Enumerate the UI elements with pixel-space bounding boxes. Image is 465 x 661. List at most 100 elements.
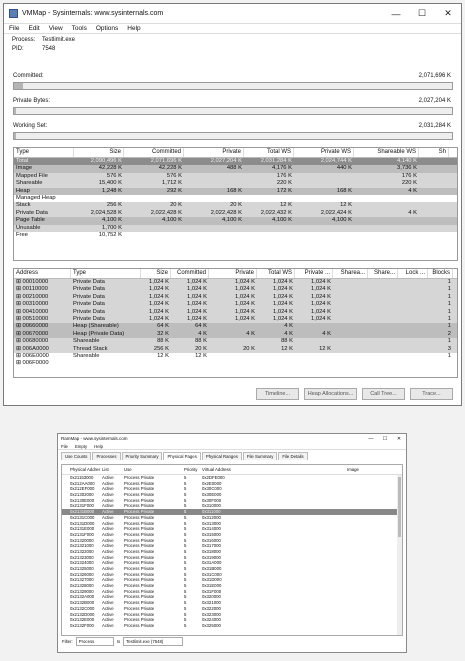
detail-cell <box>257 353 295 360</box>
detail-row[interactable]: ⊞ 006A0000 Thread Stack 256 K 20 K 20 K 12 K 1… <box>14 345 457 353</box>
timeline-button[interactable]: Timeline... <box>256 388 299 400</box>
menu-edit[interactable]: Edit <box>28 25 39 32</box>
maximize-icon[interactable]: ☐ <box>409 4 435 24</box>
rammap-minimize-icon[interactable]: — <box>364 436 378 442</box>
detail-cell: 4 K <box>246 330 255 337</box>
rammap-menu-empty[interactable]: Empty <box>75 444 87 449</box>
summary-row[interactable]: Heap 1,248 K 292 K 168 K 172 K 168 K 4 K <box>14 187 457 195</box>
summary-col-header[interactable]: Committed <box>124 148 184 157</box>
detail-col-header[interactable]: Size <box>141 269 171 278</box>
rammap-maximize-icon[interactable]: ☐ <box>378 436 392 442</box>
rammap-title: RamMap - www.sysinternals.com <box>61 436 128 441</box>
rammap-tab[interactable]: Use Counts <box>61 452 92 460</box>
summary-col-header[interactable]: Private <box>184 148 244 157</box>
rammap-col-header[interactable]: Use <box>122 467 182 472</box>
physical-page-row[interactable]: 0x2132F000 Active Process Private 5 0x325000 <box>62 623 402 629</box>
detail-row[interactable]: ⊞ 00110000 Private Data 1,024 K 1,024 K 1,02… <box>14 286 457 294</box>
detail-row[interactable]: ⊞ 00660000 Heap (Shareable) 64 K 64 K 4 K 1 <box>14 323 457 331</box>
rammap-tab[interactable]: File Details <box>278 452 308 460</box>
physical-page-cell: Process Private <box>124 622 155 628</box>
rammap-col-header[interactable]: Physical Address <box>62 467 100 472</box>
heap-allocations-button[interactable]: Heap Allocations... <box>304 388 357 400</box>
rammap-col-header[interactable]: Virtual Address <box>200 467 345 472</box>
detail-cell <box>368 309 398 316</box>
summary-row[interactable]: Total 2,090,496 K 2,071,696 K 2,027,204 K 2,… <box>14 158 457 166</box>
rammap-tab[interactable]: Physical Ranges <box>201 452 242 460</box>
summary-col-header[interactable]: Shareable WS <box>354 148 419 157</box>
detail-row[interactable]: ⊞ 00680000 Shareable 88 K 88 K 88 K 1 <box>14 338 457 346</box>
summary-cell <box>184 225 244 232</box>
detail-row[interactable]: ⊞ 00210000 Private Data 1,024 K 1,024 K 1,02… <box>14 293 457 302</box>
detail-row[interactable]: ⊞ 006F0000 <box>14 360 457 368</box>
rammap-tab[interactable]: Physical Pages <box>163 452 201 460</box>
detail-row[interactable]: ⊞ 00410000 Private Data 1,024 K 1,024 K 1,02… <box>14 308 457 316</box>
rammap-tab[interactable]: Processes <box>92 452 121 460</box>
detail-row[interactable]: ⊞ 00670000 Heap (Private Data) 32 K 4 K 4 K 4… <box>14 330 457 339</box>
vertical-scrollbar[interactable] <box>397 475 402 635</box>
detail-row[interactable]: ⊞ 00510000 Private Data 1,024 K 1,024 K 1,02… <box>14 315 457 324</box>
detail-col-header[interactable]: Address <box>14 269 71 278</box>
summary-row[interactable]: Free 10,752 K <box>14 231 457 240</box>
summary-cell: Heap <box>16 187 30 194</box>
rammap-col-header[interactable]: Priority <box>182 467 200 472</box>
detail-cell: 4 K <box>284 323 293 330</box>
menu-file[interactable]: File <box>9 25 19 32</box>
rammap-menu-help[interactable]: Help <box>94 444 103 449</box>
rammap-close-icon[interactable]: ✕ <box>392 436 406 442</box>
menu-help[interactable]: Help <box>127 25 140 32</box>
detail-cell: 12 K <box>281 345 293 352</box>
detail-col-header[interactable]: Committed <box>171 269 209 278</box>
menu-tools[interactable]: Tools <box>72 25 87 32</box>
summary-row[interactable]: Stack 256 K 20 K 20 K 12 K 12 K <box>14 202 457 210</box>
summary-col-header[interactable]: Size <box>74 148 124 157</box>
rammap-tab[interactable]: File Summary <box>242 452 278 460</box>
detail-col-header[interactable]: Sharea... <box>333 269 368 278</box>
detail-cell <box>295 338 333 345</box>
vmmap-button-bar: Timeline... Heap Allocations... Call Tre… <box>256 388 453 400</box>
detail-cell: 1 <box>447 323 451 330</box>
detail-cell <box>368 346 398 353</box>
filter-value-select[interactable]: Testlimit.exe (7548) <box>123 637 184 646</box>
working-set-value: 2,031,284 K <box>418 123 451 129</box>
summary-col-header[interactable]: Total WS <box>244 148 294 157</box>
detail-col-header[interactable]: Type <box>71 269 141 278</box>
summary-row[interactable]: Unusable 1,700 K <box>14 224 457 232</box>
filter-field-select[interactable]: Process <box>75 637 114 646</box>
detail-col-header[interactable]: Total WS <box>257 269 295 278</box>
detail-col-header[interactable]: Private ... <box>295 269 333 278</box>
call-tree-button[interactable]: Call Tree... <box>362 388 405 400</box>
summary-row[interactable]: Page Table 4,100 K 4,100 K 4,100 K 4,100 K 4,… <box>14 217 457 225</box>
detail-cell <box>333 279 368 286</box>
close-icon[interactable]: ✕ <box>435 4 461 24</box>
detail-col-header[interactable]: Blocks <box>428 269 453 278</box>
summary-col-header[interactable]: Sh <box>419 148 449 157</box>
summary-row[interactable]: Image 42,228 K 42,228 K 488 K 4,176 K 440 K 3,… <box>14 165 457 173</box>
detail-row[interactable]: ⊞ 00310000 Private Data 1,024 K 1,024 K 1,02… <box>14 301 457 309</box>
summary-col-header[interactable]: Type <box>14 148 74 157</box>
summary-row[interactable]: Shareable 15,400 K 1,712 K 220 K 220 K <box>14 180 457 188</box>
summary-row[interactable]: Mapped File 576 K 576 K 176 K 176 K <box>14 172 457 181</box>
menu-options[interactable]: Options <box>96 25 118 32</box>
menu-view[interactable]: View <box>49 25 63 32</box>
rammap-window: RamMap - www.sysinternals.com — ☐ ✕ File… <box>57 433 407 653</box>
rammap-tab[interactable]: Priority Summary <box>121 452 163 460</box>
trace-button[interactable]: Trace... <box>410 388 453 400</box>
detail-col-header[interactable]: Lock ... <box>398 269 428 278</box>
detail-cell <box>368 331 398 338</box>
detail-cell: 1 <box>447 286 451 293</box>
summary-cell: Total <box>16 158 29 164</box>
summary-col-header[interactable]: Private WS <box>294 148 354 157</box>
committed-bar-fill <box>14 83 23 89</box>
detail-cell: 256 K <box>153 345 169 352</box>
minimize-icon[interactable]: — <box>383 4 409 24</box>
detail-col-header[interactable]: Private <box>209 269 257 278</box>
detail-col-header[interactable]: Share... <box>368 269 398 278</box>
rammap-col-header[interactable]: Image <box>345 467 395 472</box>
rammap-col-header[interactable]: List <box>100 467 122 472</box>
rammap-menu-file[interactable]: File <box>61 444 68 449</box>
summary-cell: 576 K <box>166 172 182 179</box>
detail-row[interactable]: ⊞ 006E0000 Shareable 12 K 12 K 1 <box>14 352 457 361</box>
summary-row[interactable]: Managed Heap <box>14 194 457 203</box>
detail-row[interactable]: ⊞ 00010000 Private Data 1,024 K 1,024 K 1,02… <box>14 279 457 287</box>
summary-row[interactable]: Private Data 2,024,528 K 2,022,428 K 2,022,… <box>14 209 457 218</box>
